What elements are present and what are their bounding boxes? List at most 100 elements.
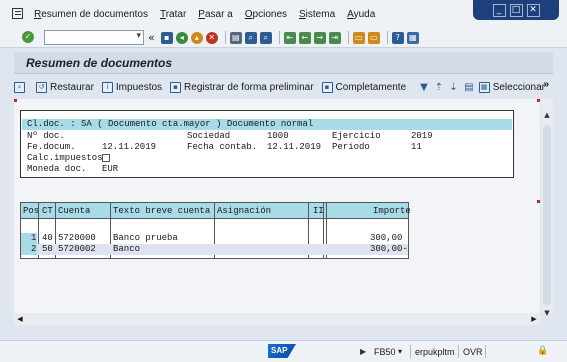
doc-date-label: Fe.docum. [27,142,76,152]
col-header-account[interactable]: Cuenta [58,206,90,217]
taxes-label: Impuestos [115,81,163,93]
screen-title-bar: Resumen de documentos [14,52,553,74]
menu-list-icon[interactable] [12,8,23,19]
currency-label: Moneda doc. [27,164,87,174]
next-page-icon[interactable]: → [313,31,326,44]
toolbar-separator [278,31,280,44]
posting-date-label: Fecha contab. [187,142,258,152]
select-label: Seleccionar [492,81,545,93]
calc-tax-checkbox[interactable] [102,154,110,162]
transaction-dropdown-icon[interactable]: ▾ [398,347,402,356]
choose-layout-icon[interactable]: ▤ [464,82,474,93]
help-icon[interactable]: ? [391,31,404,44]
cell-account: 5720000 [58,233,96,243]
exit-icon[interactable]: ▴ [190,31,203,44]
maximize-icon[interactable]: □ [509,3,523,17]
restore-label: Restaurar [50,81,94,93]
status-expand-icon[interactable]: ▶ [360,347,366,356]
last-page-icon[interactable]: ⇥ [328,31,341,44]
fiscal-year-label: Ejercicio [332,131,381,141]
select-icon: ▦ [478,81,490,93]
page-title: Resumen de documentos [26,56,173,70]
transaction-code[interactable]: FB50 [374,347,396,357]
collapse-icon[interactable]: « [148,31,155,44]
status-separator [485,345,486,358]
standard-toolbar: ✓ « ▪ ◂ ▴ ✕ ▤ ⌕ ⌕ ⇤ ← → ⇥ ▭ ▭ ? ▦ [0,28,567,48]
print-icon[interactable]: ▤ [229,31,242,44]
col-header-amount[interactable]: Importe [373,206,411,217]
toolbar-separator [224,31,226,44]
server-name: erpukpltm [415,347,455,357]
sap-logo: SAP [268,344,296,358]
currency-value: EUR [102,164,119,174]
col-header-ct[interactable]: CT [42,206,53,217]
first-page-icon[interactable]: ⇤ [283,31,296,44]
menu-ayuda[interactable]: Ayuda [347,9,375,20]
cell-short-text: Banco [113,244,141,254]
status-separator [410,345,411,358]
input-mode[interactable]: OVR [463,347,483,357]
info-icon: i [101,81,113,93]
corner-marker [14,99,17,102]
corner-marker [537,200,540,203]
park-button[interactable]: ▪ Registrar de forma preliminar [170,81,314,93]
magnifier-icon: ⌕ [14,81,25,93]
col-header-assignment[interactable]: Asignación [217,206,271,217]
menu-opciones[interactable]: Opciones [245,9,287,20]
customize-layout-icon[interactable]: ▦ [406,31,419,44]
table-row[interactable]: 2 50 5720002 Banco 300,00- [21,244,408,255]
new-session-icon[interactable]: ▭ [352,31,365,44]
scroll-down-icon[interactable]: ▼ [541,307,553,319]
complete-button[interactable]: ▪ Completamente [321,81,407,93]
find-next-icon[interactable]: ⌕ [259,31,272,44]
document-type-line: Cl.doc. : SA ( Documento cta.mayor ) Doc… [22,119,512,130]
back-icon[interactable]: ◂ [175,31,188,44]
more-icon[interactable]: » [543,79,549,90]
find-icon[interactable]: ⌕ [244,31,257,44]
scroll-left-icon[interactable]: ◀ [14,313,26,325]
menu-sistema[interactable]: Sistema [299,9,335,20]
horizontal-scrollbar[interactable]: ◀ ▶ [14,313,540,325]
minimize-icon[interactable]: _ [492,3,506,17]
sort-descending-icon[interactable]: ⇣ [449,82,459,93]
cell-account: 5720002 [58,244,96,254]
scroll-right-icon[interactable]: ▶ [528,313,540,325]
save-icon[interactable]: ▪ [160,31,173,44]
select-button[interactable]: ▦ Seleccionar [478,81,545,93]
prev-page-icon[interactable]: ← [298,31,311,44]
col-header-short-text[interactable]: Texto breve cuenta [113,206,210,217]
company-label: Sociedad [187,131,231,141]
menu-tratar[interactable]: Tratar [160,9,186,20]
vertical-scrollbar[interactable]: ▲ ▼ [541,99,553,317]
window-controls: _ □ ✕ [473,0,559,20]
enter-check-icon[interactable]: ✓ [22,31,34,43]
posting-date-value: 12.11.2019 [267,142,322,152]
corner-marker [537,99,540,102]
scroll-up-icon[interactable]: ▲ [541,109,553,121]
cancel-icon[interactable]: ✕ [205,31,218,44]
sort-ascending-icon[interactable]: ⇡ [435,82,445,93]
lock-icon: 🔒 [537,346,549,356]
restore-button[interactable]: ↺ Restaurar [36,81,94,93]
complete-label: Completamente [335,81,407,93]
scroll-thumb[interactable] [543,125,551,305]
menu-resumen[interactable]: Resumen de documentos [34,9,148,20]
shortcut-icon[interactable]: ▭ [367,31,380,44]
command-field[interactable] [44,30,144,45]
display-icon-button[interactable]: ⌕ [14,81,28,93]
toolbar-icons: « ▪ ◂ ▴ ✕ ▤ ⌕ ⌕ ⇤ ← → ⇥ ▭ ▭ ? ▦ [148,31,422,44]
document-header-box: Cl.doc. : SA ( Documento cta.mayor ) Doc… [20,110,514,178]
doc-date-value: 12.11.2019 [102,142,157,152]
cell-pos: 2 [31,244,37,254]
filter-icon[interactable]: ▼ [420,82,430,93]
menu-pasar-a[interactable]: Pasar a [198,9,232,20]
fiscal-year-value: 2019 [411,131,433,141]
menu-bar: Resumen de documentos Tratar Pasar a Opc… [0,0,567,28]
taxes-button[interactable]: i Impuestos [101,81,163,93]
application-toolbar: ⌕ ↺ Restaurar i Impuestos ▪ Registrar de fo… [14,77,553,97]
period-label: Periodo [332,142,370,152]
col-header-pos[interactable]: Pos [23,206,39,217]
close-icon[interactable]: ✕ [526,3,540,17]
table-row[interactable]: 1 40 5720000 Banco prueba 300,00 [21,233,408,244]
company-value: 1000 [267,131,289,141]
